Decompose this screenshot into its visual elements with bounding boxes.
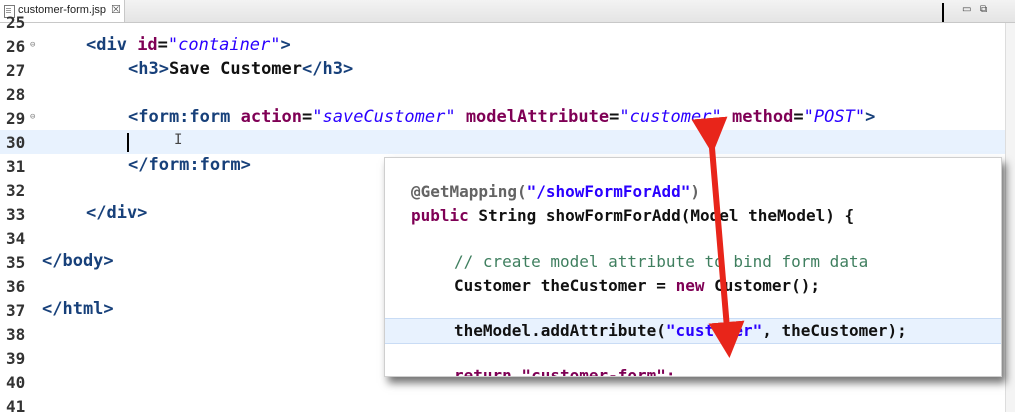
annotation-arrow: [691, 116, 745, 358]
